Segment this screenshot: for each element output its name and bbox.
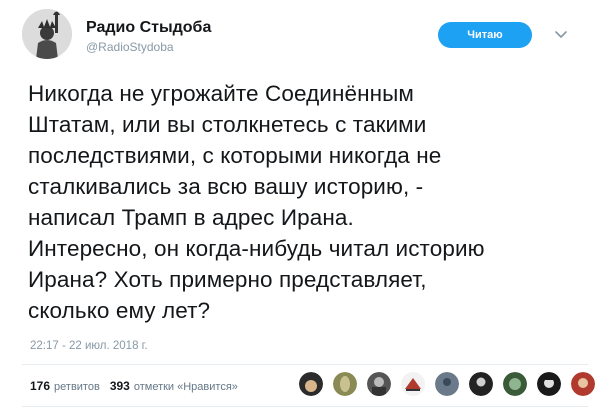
- likes-stat[interactable]: 393 отметки «Нравится»: [110, 379, 238, 393]
- tweet-text-line: Ирана? Хоть примерно представляет,: [28, 267, 427, 292]
- liker-avatars: [298, 371, 604, 397]
- statue-of-liberty-avatar-icon[interactable]: [22, 9, 72, 59]
- liker-avatar-icon[interactable]: [434, 371, 460, 397]
- tweet-text-line: сколько ему лет?: [28, 298, 211, 323]
- account-handle[interactable]: @RadioStydoba: [86, 40, 174, 54]
- retweets-count: 176: [30, 379, 51, 393]
- liker-avatar-icon[interactable]: [468, 371, 494, 397]
- tweet-text-line: последствиями, с которыми никогда не: [28, 143, 442, 168]
- tweet-text-line: Никогда не угрожайте Соединённым: [28, 81, 414, 106]
- tweet-text: Никогда не угрожайте Соединённым Штатам,…: [28, 78, 594, 326]
- likes-count: 393: [109, 379, 130, 393]
- tweet-text-line: написал Трамп в адрес Ирана.: [28, 205, 354, 230]
- tweet-timestamp[interactable]: 22:17 - 22 июл. 2018 г.: [30, 340, 148, 352]
- likes-label: отметки «Нравится»: [133, 381, 238, 393]
- tweet-text-line: Интересно, он когда-нибудь читал историю: [28, 236, 485, 261]
- tweet-text-line: Штатам, или вы столкнетесь с такими: [28, 112, 427, 137]
- liker-avatar-icon[interactable]: [502, 371, 528, 397]
- divider: [22, 406, 588, 407]
- retweets-label: ретвитов: [54, 381, 100, 393]
- retweets-stat[interactable]: 176 ретвитов: [30, 379, 100, 393]
- tweet-card: Радио Стыдоба @RadioStydoba Читаю Никогд…: [0, 0, 604, 412]
- tweet-text-line: сталкивались за всю вашу историю, -: [28, 174, 424, 199]
- tweet-stats: 176 ретвитов 393 отметки «Нравится»: [30, 379, 248, 393]
- liker-avatar-icon[interactable]: [536, 371, 562, 397]
- liker-avatar-icon[interactable]: [298, 371, 324, 397]
- divider: [22, 364, 588, 365]
- chevron-down-icon[interactable]: [553, 26, 569, 42]
- follow-button[interactable]: Читаю: [438, 22, 532, 48]
- liker-avatar-icon[interactable]: [366, 371, 392, 397]
- liker-avatar-icon[interactable]: [570, 371, 596, 397]
- display-name[interactable]: Радио Стыдоба: [86, 19, 211, 37]
- liker-avatar-icon[interactable]: [332, 371, 358, 397]
- liker-avatar-icon[interactable]: [400, 371, 426, 397]
